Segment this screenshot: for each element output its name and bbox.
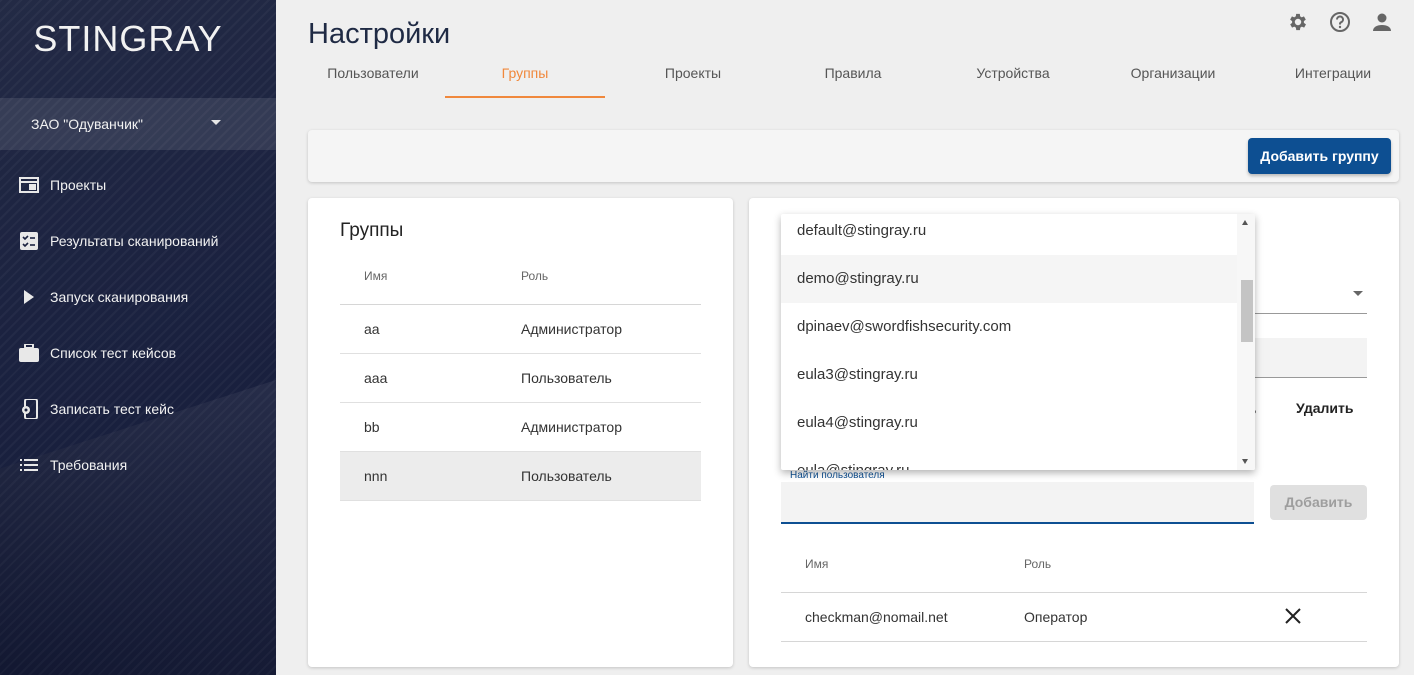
tab-integrations[interactable]: Интеграции (1253, 58, 1413, 98)
chevron-down-icon (1353, 291, 1363, 296)
org-selector[interactable]: ЗАО "Одуванчик" (0, 98, 276, 150)
dropdown-option[interactable]: dpinaev@swordfishsecurity.com (781, 303, 1237, 351)
table-row[interactable]: aaa Пользователь (340, 354, 701, 403)
group-role: Пользователь (521, 370, 612, 386)
sidebar-item-label: Запуск сканирования (50, 289, 189, 305)
group-name: bb (364, 419, 380, 435)
group-name: nnn (364, 468, 388, 484)
dropdown-scrollbar[interactable] (1237, 214, 1255, 470)
group-role: Администратор (521, 321, 623, 337)
page-title: Настройки (308, 18, 451, 50)
sidebar-item-test-cases[interactable]: Список тест кейсов (0, 333, 276, 373)
search-user-input[interactable] (781, 482, 1254, 524)
delete-group-button[interactable]: Удалить (1296, 400, 1353, 416)
help-icon[interactable] (1329, 11, 1351, 33)
tab-projects[interactable]: Проекты (613, 58, 773, 98)
scroll-down-arrow-icon[interactable] (1242, 459, 1248, 464)
org-selector-label: ЗАО "Одуванчик" (31, 116, 143, 132)
gear-icon[interactable] (1287, 11, 1309, 33)
sidebar-item-requirements[interactable]: Требования (0, 445, 276, 485)
role-select[interactable] (1254, 270, 1367, 314)
sidebar-item-record-test-case[interactable]: Записать тест кейс (0, 389, 276, 429)
dropdown-option[interactable]: eula4@stingray.ru (781, 399, 1237, 447)
table-row-divider (781, 641, 1367, 642)
remove-member-close-icon[interactable] (1283, 606, 1303, 626)
scroll-up-arrow-icon[interactable] (1242, 220, 1248, 225)
sidebar-item-scan-results[interactable]: Результаты сканирований (0, 221, 276, 261)
dropdown-option[interactable]: eula@stingray.ru (781, 447, 1237, 470)
tab-rules[interactable]: Правила (773, 58, 933, 98)
tab-groups[interactable]: Группы (445, 58, 605, 98)
group-role: Администратор (521, 419, 623, 435)
sidebar-item-label: Записать тест кейс (50, 401, 174, 417)
sidebar-item-label: Проекты (50, 177, 107, 193)
dropdown-option[interactable]: eula3@stingray.ru (781, 351, 1237, 399)
column-header-role[interactable]: Роль (521, 269, 548, 283)
add-user-button[interactable]: Добавить (1270, 485, 1367, 520)
tab-organizations[interactable]: Организации (1093, 58, 1253, 98)
group-role: Пользователь (521, 468, 612, 484)
dropdown-option[interactable]: default@stingray.ru (781, 214, 1237, 255)
group-name: aa (364, 321, 380, 337)
add-group-button[interactable]: Добавить группу (1248, 138, 1391, 174)
sidebar-item-label: Требования (50, 457, 128, 473)
column-header-name[interactable]: Имя (805, 557, 828, 571)
sidebar-item-run-scan[interactable]: Запуск сканирования (0, 277, 276, 317)
group-name: aaa (364, 370, 388, 386)
table-header-divider (781, 592, 1367, 593)
record-device-icon (19, 399, 39, 419)
sidebar: STINGRAY ЗАО "Одуванчик" Проекты Результ… (0, 0, 276, 675)
table-row[interactable]: aa Администратор (340, 305, 701, 354)
tab-users[interactable]: Пользователи (293, 58, 453, 98)
groups-toolbar (308, 130, 1399, 182)
scan-results-icon (19, 231, 39, 251)
sidebar-item-label: Список тест кейсов (50, 345, 177, 361)
member-email: checkman@nomail.net (805, 609, 948, 625)
table-row[interactable]: bb Администратор (340, 403, 701, 452)
column-header-name[interactable]: Имя (364, 269, 387, 283)
chevron-down-icon (211, 120, 221, 125)
briefcase-icon (19, 343, 39, 363)
projects-icon (19, 175, 39, 195)
tab-devices[interactable]: Устройства (933, 58, 1093, 98)
user-options-dropdown: default@stingray.ru demo@stingray.ru dpi… (781, 214, 1255, 470)
groups-title: Группы (340, 220, 404, 241)
sidebar-item-label: Результаты сканирований (50, 233, 219, 249)
user-icon[interactable] (1371, 11, 1393, 33)
scrollbar-thumb[interactable] (1241, 280, 1253, 342)
dropdown-option-highlighted[interactable]: demo@stingray.ru (781, 255, 1237, 303)
group-name-field[interactable] (1254, 338, 1367, 378)
play-icon (19, 287, 39, 307)
table-row-selected[interactable]: nnn Пользователь (340, 452, 701, 501)
header-actions (1287, 11, 1393, 33)
list-icon (19, 455, 39, 475)
member-role: Оператор (1024, 609, 1088, 625)
search-user-label: Найти пользователя (790, 470, 885, 481)
app-logo: STINGRAY (33, 18, 223, 59)
column-header-role[interactable]: Роль (1024, 557, 1051, 571)
sidebar-item-projects[interactable]: Проекты (0, 165, 276, 205)
